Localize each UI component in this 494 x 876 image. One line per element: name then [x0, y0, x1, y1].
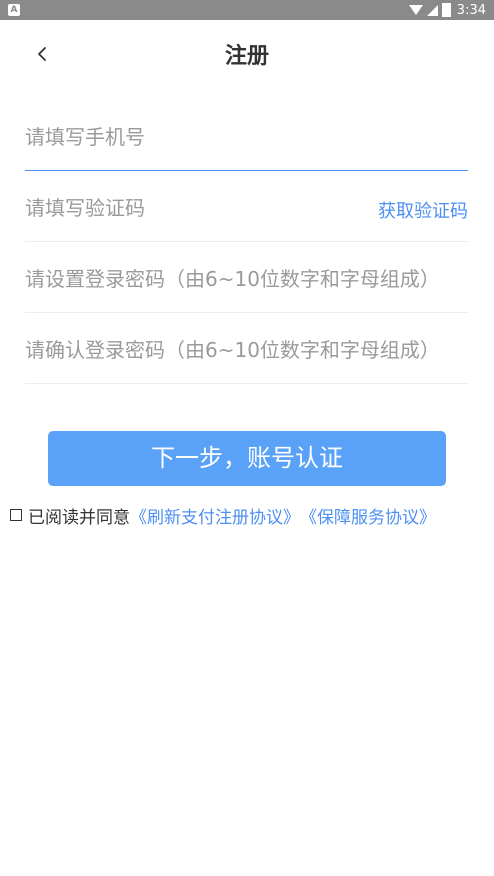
- service-agreement-link[interactable]: 《保障服务协议》: [300, 503, 436, 528]
- agreement-prefix: 已阅读并同意: [28, 507, 130, 528]
- next-step-button[interactable]: 下一步，账号认证: [48, 431, 446, 486]
- wifi-icon: [408, 5, 423, 15]
- password-field: [25, 242, 468, 313]
- status-indicators: 3:34: [408, 1, 486, 19]
- password-input[interactable]: [25, 262, 468, 296]
- chevron-left-icon: [38, 47, 46, 61]
- status-time: 3:34: [456, 2, 486, 18]
- app-notification-icon: A: [8, 4, 20, 16]
- registration-agreement-link[interactable]: 《刷新支付注册协议》: [130, 503, 300, 528]
- back-button[interactable]: [28, 40, 56, 68]
- header: 注册: [0, 20, 494, 90]
- agreement-checkbox[interactable]: [10, 509, 22, 521]
- status-bar: A 3:34: [0, 0, 494, 20]
- battery-icon: [441, 3, 451, 17]
- get-code-button[interactable]: 获取验证码: [378, 197, 468, 223]
- confirm-password-input[interactable]: [25, 333, 468, 367]
- signal-icon: [426, 4, 438, 16]
- verification-code-input[interactable]: [25, 191, 355, 225]
- confirm-password-field: [25, 313, 468, 384]
- page-title: 注册: [224, 44, 269, 69]
- agreement-row: 已阅读并同意 《刷新支付注册协议》 《保障服务协议》: [10, 503, 490, 528]
- verification-code-field: 获取验证码: [25, 171, 468, 242]
- phone-field: [25, 100, 468, 171]
- phone-input[interactable]: [25, 120, 468, 154]
